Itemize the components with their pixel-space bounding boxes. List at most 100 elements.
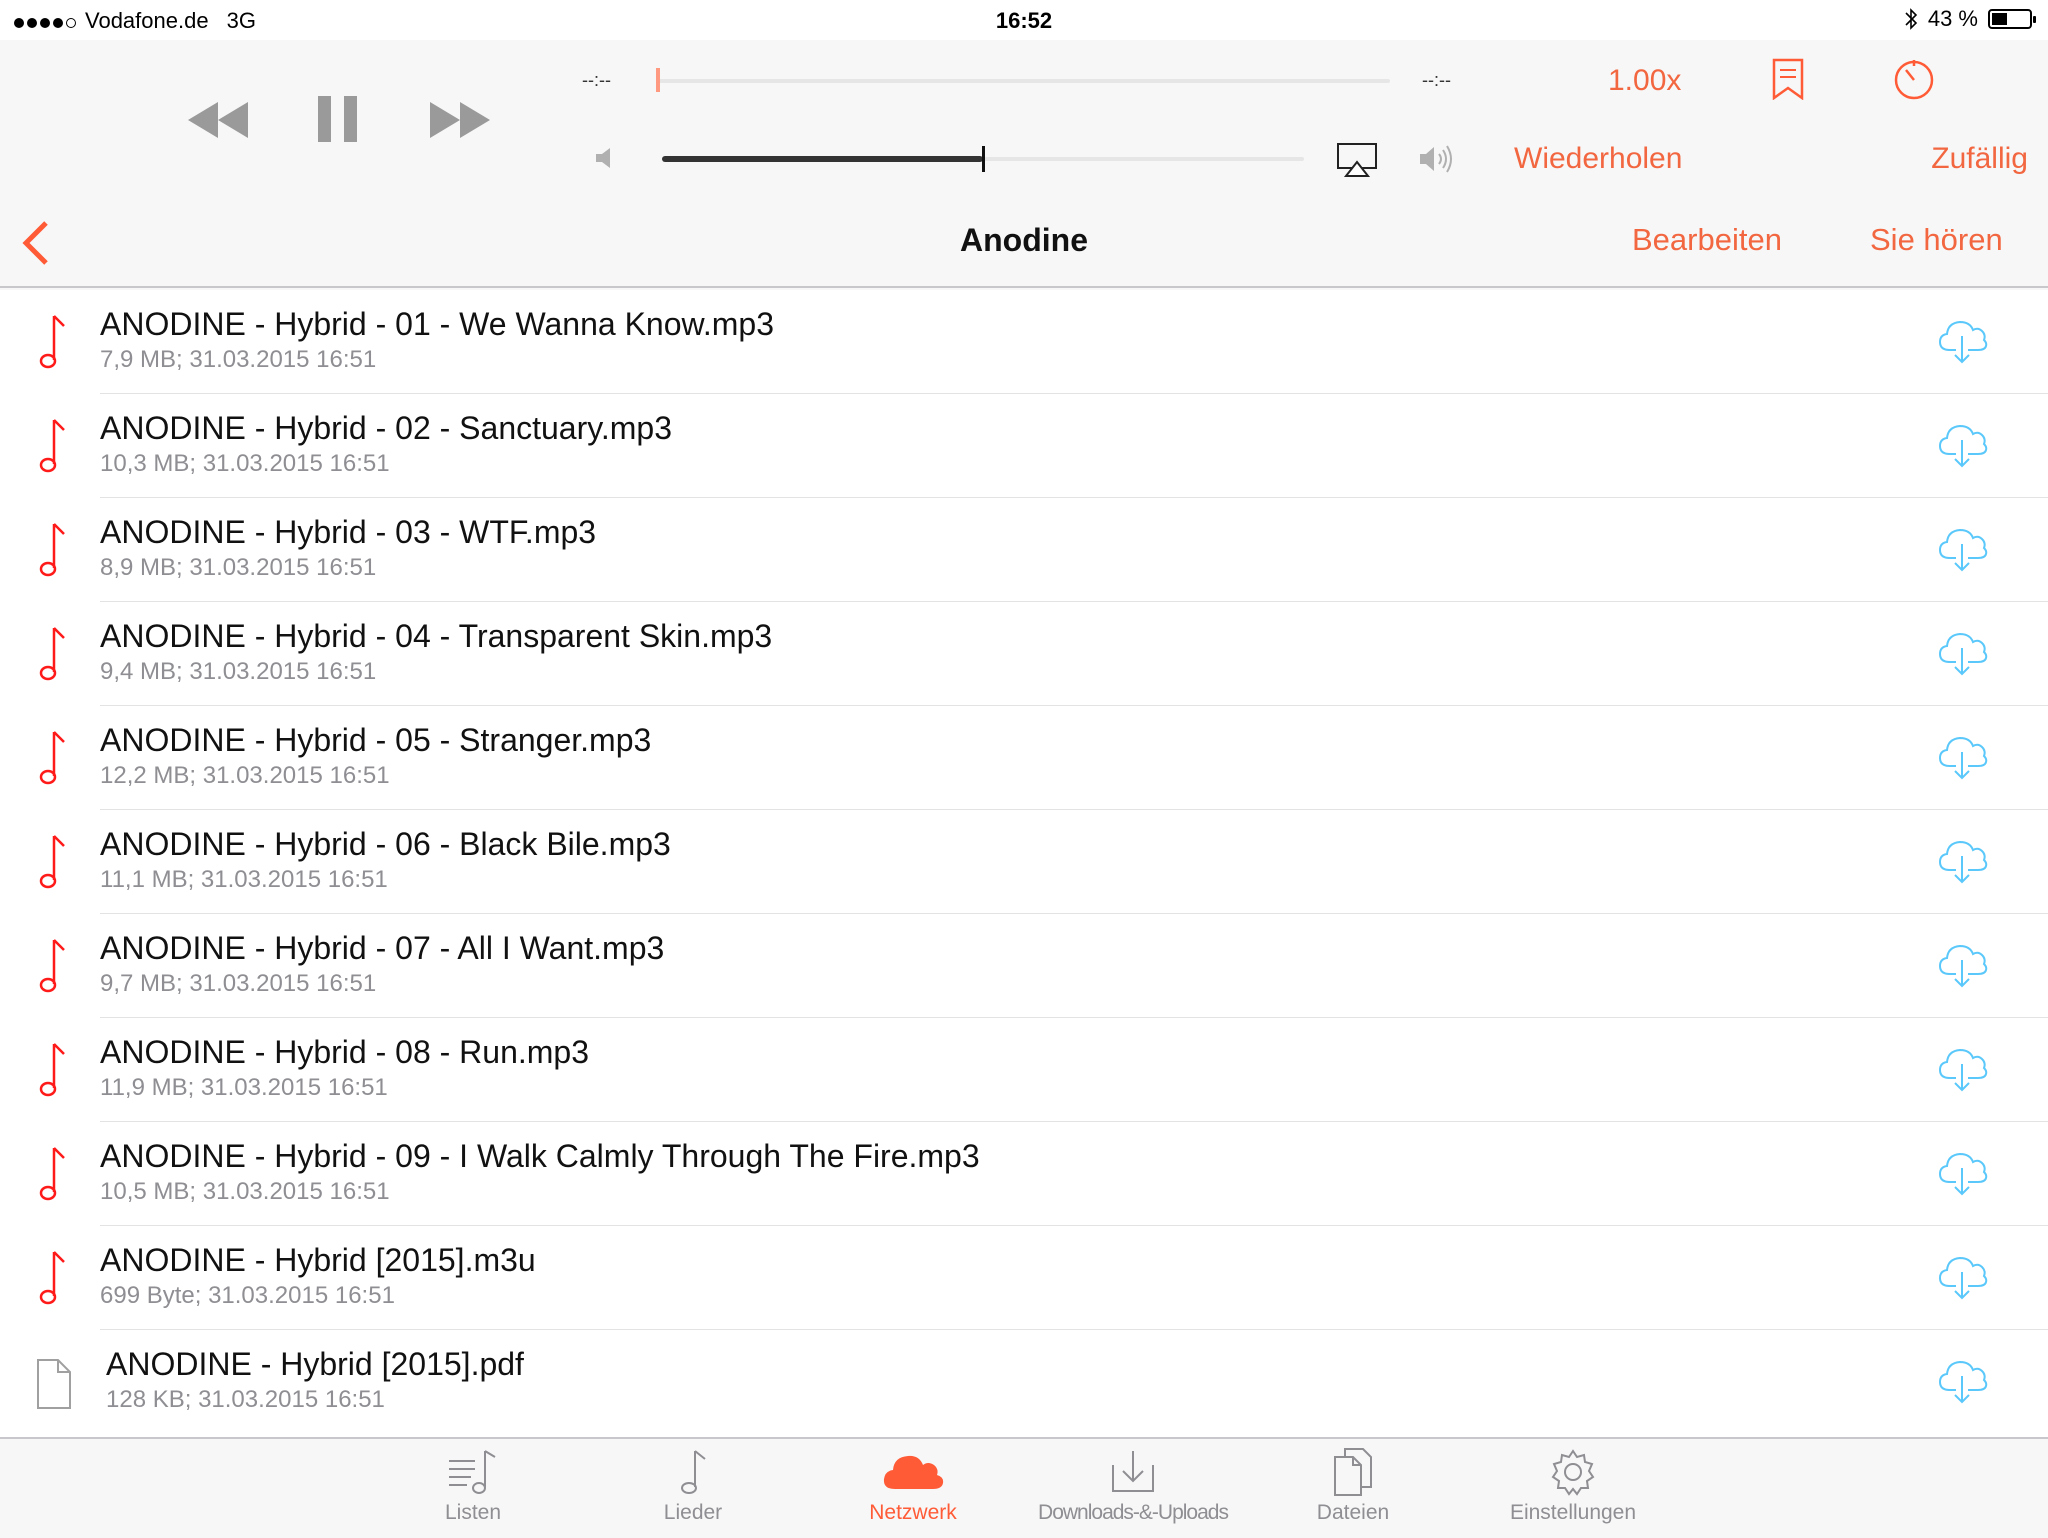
progress-thumb[interactable] xyxy=(656,68,660,92)
music-note-icon xyxy=(34,832,74,892)
file-meta: 11,9 MB; 31.03.2015 16:51 xyxy=(100,1074,388,1101)
tab-label: Einstellungen xyxy=(1509,1501,1637,1524)
music-note-icon xyxy=(34,416,74,476)
volume-high-icon xyxy=(1420,145,1452,173)
cloud-download-icon[interactable] xyxy=(1936,522,1988,574)
bookmark-icon[interactable] xyxy=(1772,58,1804,100)
file-meta: 9,4 MB; 31.03.2015 16:51 xyxy=(100,658,377,685)
player-controls: --:-- --:-- 1.00x Wiederholen Zufällig A… xyxy=(0,40,2048,290)
music-note-icon xyxy=(34,312,74,372)
now-playing-button[interactable]: Sie hören xyxy=(1870,222,2003,258)
list-item[interactable]: ANODINE - Hybrid - 03 - WTF.mp3 8,9 MB; 3… xyxy=(0,498,2048,602)
cloud-download-icon[interactable] xyxy=(1936,626,1988,678)
music-note-icon xyxy=(34,728,74,788)
file-name: ANODINE - Hybrid - 07 - All I Want.mp3 xyxy=(100,930,665,966)
cloud-download-icon[interactable] xyxy=(1936,1146,1988,1198)
tab-files[interactable]: Dateien xyxy=(1253,1447,1453,1525)
edit-button[interactable]: Bearbeiten xyxy=(1632,222,1782,258)
list-item[interactable]: ANODINE - Hybrid - 04 - Transparent Skin… xyxy=(0,602,2048,706)
gear-icon xyxy=(1551,1449,1595,1496)
cloud-icon xyxy=(883,1455,944,1489)
list-item[interactable]: ANODINE - Hybrid - 05 - Stranger.mp3 12,2… xyxy=(0,706,2048,810)
music-note-icon xyxy=(34,1040,74,1100)
shuffle-button[interactable]: Zufällig xyxy=(1931,142,2028,176)
cloud-download-icon[interactable] xyxy=(1936,1042,1988,1094)
file-name: ANODINE - Hybrid [2015].m3u xyxy=(100,1242,536,1278)
tab-label: Listen xyxy=(444,1501,502,1524)
music-note-icon xyxy=(681,1450,706,1494)
file-meta: 699 Byte; 31.03.2015 16:51 xyxy=(100,1282,395,1309)
cloud-download-icon[interactable] xyxy=(1936,730,1988,782)
download-tray-icon xyxy=(1112,1451,1154,1492)
file-name: ANODINE - Hybrid - 03 - WTF.mp3 xyxy=(100,514,597,550)
progress-slider[interactable] xyxy=(656,79,1390,83)
fast-forward-icon[interactable] xyxy=(430,102,490,138)
file-meta: 8,9 MB; 31.03.2015 16:51 xyxy=(100,554,377,581)
tab-label: Netzwerk xyxy=(869,1501,957,1524)
bluetooth-icon xyxy=(1905,8,1917,30)
file-name: ANODINE - Hybrid [2015].pdf xyxy=(106,1346,524,1382)
file-meta: 10,5 MB; 31.03.2015 16:51 xyxy=(100,1178,390,1205)
cloud-download-icon[interactable] xyxy=(1936,418,1988,470)
file-meta: 12,2 MB; 31.03.2015 16:51 xyxy=(100,762,390,789)
repeat-button[interactable]: Wiederholen xyxy=(1514,142,1682,176)
battery-icon xyxy=(1988,9,2036,29)
cloud-download-icon[interactable] xyxy=(1936,1250,1988,1302)
file-meta: 7,9 MB; 31.03.2015 16:51 xyxy=(100,346,377,373)
file-name: ANODINE - Hybrid - 01 - We Wanna Know.mp… xyxy=(100,306,774,342)
music-note-icon xyxy=(34,1248,74,1308)
cloud-download-icon[interactable] xyxy=(1936,314,1988,366)
file-meta: 128 KB; 31.03.2015 16:51 xyxy=(106,1386,385,1413)
file-meta: 10,3 MB; 31.03.2015 16:51 xyxy=(100,450,390,477)
tab-label: Dateien xyxy=(1316,1501,1390,1524)
music-note-icon xyxy=(34,520,74,580)
rewind-icon[interactable] xyxy=(188,102,248,138)
music-note-icon xyxy=(34,624,74,684)
sleep-timer-icon[interactable] xyxy=(1892,58,1936,102)
file-name: ANODINE - Hybrid - 09 - I Walk Calmly Th… xyxy=(100,1138,980,1174)
list-item[interactable]: ANODINE - Hybrid [2015].m3u 699 Byte; 31.… xyxy=(0,1226,2048,1330)
music-note-icon xyxy=(34,1144,74,1204)
list-item[interactable]: ANODINE - Hybrid - 08 - Run.mp3 11,9 MB; … xyxy=(0,1018,2048,1122)
list-item[interactable]: ANODINE - Hybrid [2015].pdf 128 KB; 31.03… xyxy=(0,1330,2048,1434)
status-right: 43 % xyxy=(1904,6,2036,32)
file-name: ANODINE - Hybrid - 04 - Transparent Skin… xyxy=(100,618,773,654)
tab-settings[interactable]: Einstellungen xyxy=(1473,1447,1673,1525)
speed-button[interactable]: 1.00x xyxy=(1608,64,1681,98)
documents-icon xyxy=(1334,1448,1372,1496)
airplay-icon[interactable] xyxy=(1336,142,1378,178)
list-item[interactable]: ANODINE - Hybrid - 02 - Sanctuary.mp3 10,… xyxy=(0,394,2048,498)
list-item[interactable]: ANODINE - Hybrid - 07 - All I Want.mp3 9,… xyxy=(0,914,2048,1018)
volume-thumb[interactable] xyxy=(982,146,985,172)
status-time: 16:52 xyxy=(995,8,1053,33)
file-meta: 9,7 MB; 31.03.2015 16:51 xyxy=(100,970,377,997)
elapsed-time: --:-- xyxy=(582,70,611,90)
file-name: ANODINE - Hybrid - 08 - Run.mp3 xyxy=(100,1034,590,1070)
remaining-time: --:-- xyxy=(1422,70,1451,90)
battery-percent: 43 % xyxy=(1927,6,1978,31)
tab-label: Downloads-&-Uploads xyxy=(1038,1501,1229,1524)
list-item[interactable]: ANODINE - Hybrid - 06 - Black Bile.mp3 11… xyxy=(0,810,2048,914)
tab-network[interactable]: Netzwerk xyxy=(813,1447,1013,1525)
file-meta: 11,1 MB; 31.03.2015 16:51 xyxy=(100,866,388,893)
pause-icon[interactable] xyxy=(318,96,358,142)
tab-label: Lieder xyxy=(663,1501,723,1524)
tab-songs[interactable]: Lieder xyxy=(593,1447,793,1525)
music-note-icon xyxy=(34,936,74,996)
file-list: ANODINE - Hybrid - 01 - We Wanna Know.mp… xyxy=(0,290,2048,1434)
tab-bar: Listen Lieder Netzwerk Downloads-&-Uploa… xyxy=(0,1437,2048,1538)
list-item[interactable]: ANODINE - Hybrid - 01 - We Wanna Know.mp… xyxy=(0,290,2048,394)
volume-fill xyxy=(662,156,983,162)
status-bar: Vodafone.de 3G 16:52 43 % xyxy=(0,0,2048,40)
navigation-bar: Anodine Bearbeiten Sie hören xyxy=(0,198,2048,288)
list-music-icon xyxy=(449,1450,496,1494)
tab-listen[interactable]: Listen xyxy=(373,1447,573,1525)
cloud-download-icon[interactable] xyxy=(1936,938,1988,990)
cloud-download-icon[interactable] xyxy=(1936,834,1988,886)
tab-downloads-uploads[interactable]: Downloads-&-Uploads xyxy=(1033,1447,1233,1525)
file-name: ANODINE - Hybrid - 06 - Black Bile.mp3 xyxy=(100,826,671,862)
list-item[interactable]: ANODINE - Hybrid - 09 - I Walk Calmly Th… xyxy=(0,1122,2048,1226)
file-name: ANODINE - Hybrid - 05 - Stranger.mp3 xyxy=(100,722,652,758)
file-name: ANODINE - Hybrid - 02 - Sanctuary.mp3 xyxy=(100,410,673,446)
cloud-download-icon[interactable] xyxy=(1936,1354,1988,1406)
